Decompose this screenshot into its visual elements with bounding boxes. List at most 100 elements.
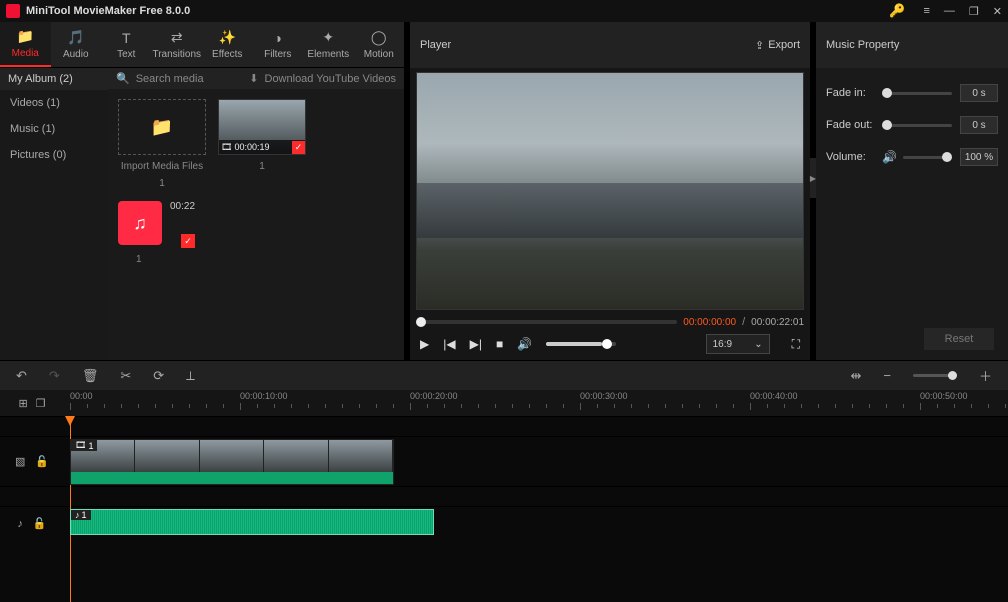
- aspect-ratio-select[interactable]: 16:9 ⌄: [706, 334, 770, 354]
- download-icon: ⬇: [249, 72, 258, 85]
- player-panel: 00:00:00:00 / 00:00:22:01 ▶ |◀ ▶| ■ 🔊 16…: [404, 68, 816, 360]
- app-title: MiniTool MovieMaker Free 8.0.0: [26, 5, 889, 17]
- fade-out-slider[interactable]: [882, 124, 952, 127]
- time-current: 00:00:00:00: [683, 317, 736, 328]
- video-count: 1: [259, 161, 265, 172]
- media-music-thumb[interactable]: ♫ 00:22 ✓: [118, 201, 195, 248]
- lock-icon[interactable]: 🔓: [33, 517, 47, 530]
- scrub-bar[interactable]: [416, 320, 677, 324]
- volume-icon: 🔊: [882, 150, 897, 164]
- export-button[interactable]: ⇪ Export: [755, 39, 800, 52]
- video-clip[interactable]: 🎞1: [70, 439, 394, 485]
- lock-icon[interactable]: 🔓: [35, 455, 49, 468]
- media-video-thumb[interactable]: 🎞 00:00:19 ✓ 1: [218, 99, 306, 189]
- text-icon: T: [122, 30, 131, 46]
- ruler-label: 00:00:30:00: [580, 391, 628, 401]
- speed-button[interactable]: ⟳: [153, 368, 164, 384]
- player-title: Player: [420, 39, 451, 51]
- fullscreen-button[interactable]: ⛶: [792, 337, 800, 352]
- video-preview[interactable]: [416, 72, 804, 310]
- fade-in-slider[interactable]: [882, 92, 952, 95]
- time-total: 00:00:22:01: [751, 317, 804, 328]
- player-header: Player ⇪ Export: [404, 22, 816, 68]
- delete-button[interactable]: 🗑: [82, 368, 99, 384]
- fade-out-value[interactable]: 0 s: [960, 116, 998, 134]
- library-category-0[interactable]: Videos (1): [0, 90, 108, 116]
- export-icon: ⇪: [755, 39, 764, 52]
- tab-effects[interactable]: ✨Effects: [202, 22, 253, 67]
- restore-button[interactable]: ❐: [969, 5, 979, 18]
- elements-icon: ✦: [322, 29, 334, 46]
- search-icon: 🔍: [116, 72, 130, 85]
- import-media-cell[interactable]: 📁 Import Media Files 1: [118, 99, 206, 189]
- fade-in-value[interactable]: 0 s: [960, 84, 998, 102]
- timeline-ruler[interactable]: 00:0000:00:10:0000:00:20:0000:00:30:0000…: [64, 390, 1008, 416]
- tab-audio[interactable]: 🎵Audio: [51, 22, 102, 67]
- crop-button[interactable]: ⟂: [186, 368, 195, 384]
- ruler-label: 00:00:10:00: [240, 391, 288, 401]
- video-track: ▧ 🔓 🎞1: [0, 436, 1008, 486]
- fit-button[interactable]: ⇹: [850, 368, 861, 384]
- split-button[interactable]: ✂: [120, 368, 131, 384]
- timeline-toolbar: ↶ ↷ 🗑 ✂ ⟳ ⟂ ⇹ − ＋: [0, 360, 1008, 390]
- play-button[interactable]: ▶: [420, 337, 429, 351]
- stop-button[interactable]: ■: [496, 337, 503, 351]
- track-add-button[interactable]: ⊞: [18, 397, 27, 410]
- import-count: 1: [159, 178, 165, 189]
- ruler-label: 00:00:20:00: [410, 391, 458, 401]
- premium-key-icon[interactable]: 🔑: [889, 3, 905, 19]
- download-youtube-link[interactable]: Download YouTube Videos: [265, 73, 397, 85]
- library-sidebar: My Album (2) Videos (1)Music (1)Pictures…: [0, 68, 108, 360]
- media-panel: 🔍 Search media ⬇ Download YouTube Videos…: [108, 68, 404, 360]
- check-icon: ✓: [181, 234, 195, 248]
- zoom-out-button[interactable]: −: [883, 368, 891, 383]
- minimize-button[interactable]: —: [944, 5, 955, 17]
- collapse-panel-button[interactable]: ▶: [810, 158, 816, 198]
- export-label: Export: [768, 39, 800, 51]
- video-clip-label: 1: [88, 441, 93, 451]
- menu-icon[interactable]: ≡: [923, 5, 929, 17]
- tab-elements[interactable]: ✦Elements: [303, 22, 354, 67]
- clip-video-icon: 🎞: [75, 440, 86, 451]
- library-category-1[interactable]: Music (1): [0, 116, 108, 142]
- import-label: Import Media Files: [121, 161, 203, 172]
- library-category-2[interactable]: Pictures (0): [0, 142, 108, 168]
- media-icon: 📁: [17, 28, 34, 45]
- zoom-slider[interactable]: [913, 374, 957, 377]
- music-count: 1: [118, 254, 142, 265]
- next-frame-button[interactable]: ▶|: [470, 337, 482, 351]
- volume-label: Volume:: [826, 151, 882, 163]
- app-logo: [6, 4, 20, 18]
- prev-frame-button[interactable]: |◀: [443, 337, 455, 351]
- transitions-icon: ⇄: [171, 29, 183, 46]
- chevron-down-icon: ⌄: [754, 339, 762, 350]
- album-header[interactable]: My Album (2): [0, 68, 108, 90]
- tab-motion[interactable]: ◯Motion: [354, 22, 405, 67]
- redo-button[interactable]: ↷: [49, 368, 60, 384]
- tab-filters[interactable]: ◑Filters: [253, 22, 304, 67]
- audio-track-icon: ♪: [17, 518, 23, 530]
- search-input[interactable]: Search media: [136, 73, 204, 85]
- filters-icon: ◑: [274, 30, 282, 46]
- zoom-in-button[interactable]: ＋: [979, 366, 992, 385]
- undo-button[interactable]: ↶: [16, 368, 27, 384]
- volume-value[interactable]: 100 %: [960, 148, 998, 166]
- check-icon: ✓: [292, 141, 305, 154]
- tab-media[interactable]: 📁Media: [0, 22, 51, 67]
- video-track-icon: ▧: [15, 455, 25, 468]
- titlebar: MiniTool MovieMaker Free 8.0.0 🔑 ≡ — ❐ ✕: [0, 0, 1008, 22]
- audio-clip-label: 1: [82, 510, 87, 520]
- tab-transitions[interactable]: ⇄Transitions: [152, 22, 203, 67]
- track-dup-button[interactable]: ❐: [36, 397, 46, 410]
- volume-icon[interactable]: 🔊: [517, 337, 532, 351]
- video-icon: 🎞: [221, 142, 232, 153]
- volume-prop-slider[interactable]: [903, 156, 952, 159]
- reset-button[interactable]: Reset: [924, 328, 994, 350]
- volume-slider[interactable]: [546, 342, 616, 346]
- tab-text[interactable]: TText: [101, 22, 152, 67]
- audio-clip[interactable]: ♪1: [70, 509, 434, 535]
- clip-audio-icon: ♪: [75, 510, 80, 520]
- property-title: Music Property: [826, 39, 899, 51]
- close-button[interactable]: ✕: [993, 5, 1002, 18]
- aspect-value: 16:9: [713, 339, 732, 350]
